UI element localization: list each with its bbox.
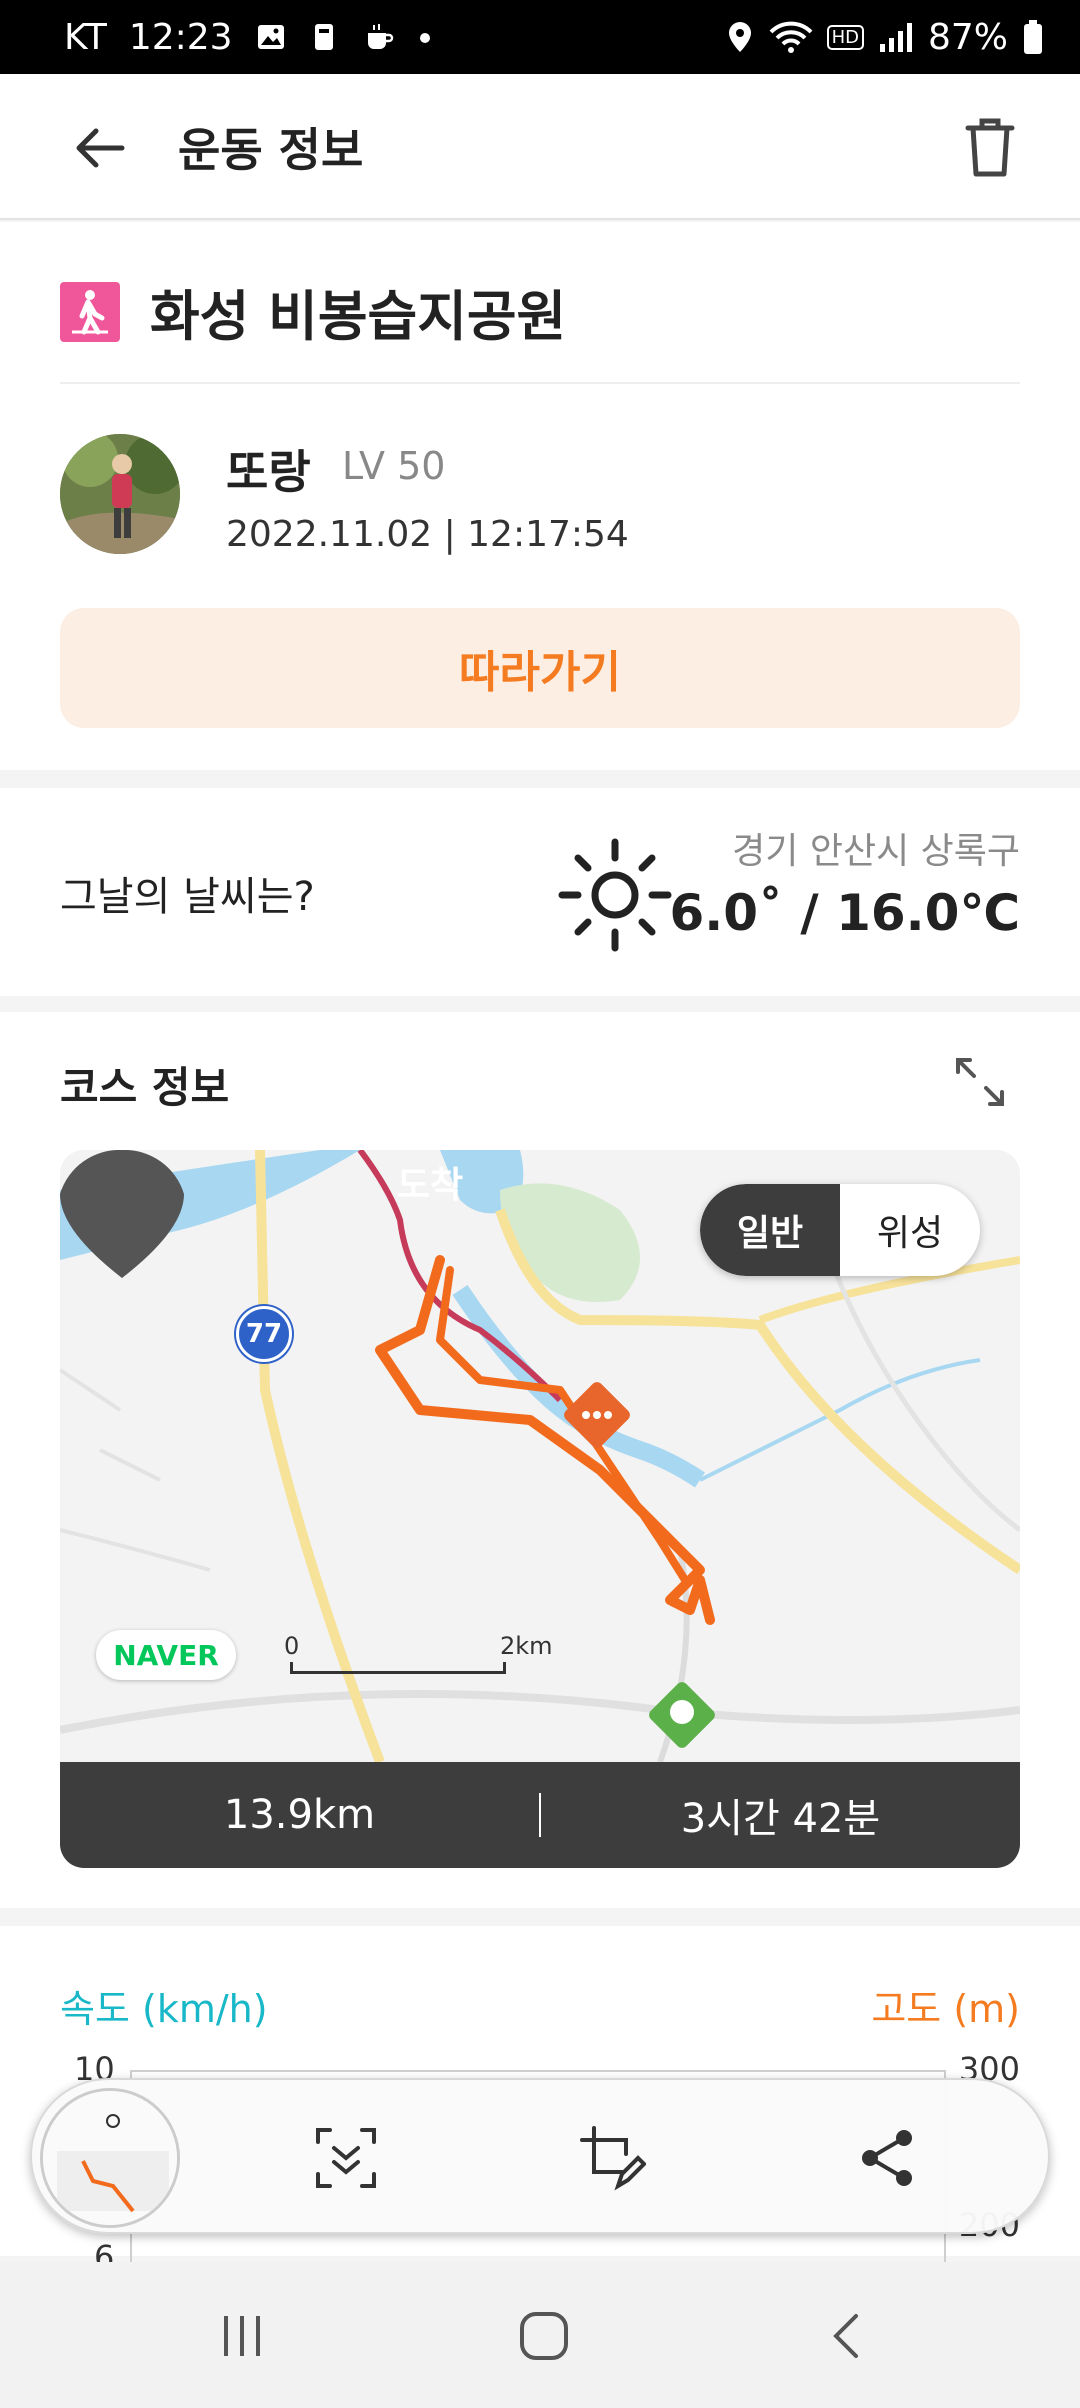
clock: 12:23 bbox=[128, 16, 233, 58]
carrier-label: KT bbox=[64, 16, 107, 58]
weather-card: 그날의 날씨는? 경기 안산시 상록구 6.0˚ / 16.0℃ bbox=[0, 788, 1080, 996]
scale-end: 2km bbox=[500, 1632, 553, 1660]
weather-location: 경기 안산시 상록구 bbox=[732, 831, 1020, 872]
avatar[interactable] bbox=[60, 434, 180, 554]
arrive-label: 도착 bbox=[396, 1165, 464, 1206]
course-map[interactable]: 도착 77 일반 위성 NAVER 0 2km bbox=[60, 1150, 1020, 1762]
map-mode-toggle: 일반 위성 bbox=[700, 1184, 980, 1276]
home-icon[interactable] bbox=[514, 2306, 574, 2366]
course-duration: 3시간 42분 bbox=[680, 1796, 881, 1842]
course-stats-bar: 13.9km 3시간 42분 bbox=[60, 1762, 1020, 1868]
course-distance: 13.9km bbox=[223, 1792, 376, 1838]
speed-axis-label: 속도 (km/h) bbox=[60, 1987, 268, 2031]
gallery-icon bbox=[257, 25, 284, 49]
follow-button[interactable]: 따라가기 bbox=[60, 608, 1020, 728]
back-arrow-icon[interactable] bbox=[70, 118, 130, 178]
signal-icon bbox=[879, 23, 912, 52]
walking-icon bbox=[60, 281, 120, 342]
page-title: 운동 정보 bbox=[178, 123, 364, 177]
recent-apps-icon[interactable] bbox=[212, 2306, 272, 2366]
weather-question: 그날의 날씨는? bbox=[60, 874, 315, 920]
location-icon bbox=[728, 22, 751, 52]
scroll-capture-icon[interactable] bbox=[312, 2124, 380, 2192]
nav-back-icon[interactable] bbox=[818, 2306, 878, 2366]
weather-temperature: 6.0˚ / 16.0℃ bbox=[669, 884, 1020, 942]
sim-icon bbox=[314, 24, 333, 50]
course-title: 코스 정보 bbox=[60, 1063, 230, 1112]
map-mode-normal[interactable]: 일반 bbox=[700, 1184, 840, 1276]
activity-card: 화성 비봉습지공원 또랑 LV 50 2022.11.02 | 12:17:54… bbox=[0, 222, 1080, 770]
scale-start: 0 bbox=[284, 1632, 300, 1660]
network-badge: HD bbox=[826, 24, 864, 50]
screenshot-toolbar bbox=[30, 2078, 1050, 2234]
battery-percent: 87% bbox=[927, 16, 1008, 58]
system-nav-bar bbox=[0, 2262, 1080, 2408]
screenshot-thumbnail[interactable] bbox=[40, 2088, 180, 2228]
chart-gridline bbox=[130, 2070, 944, 2072]
battery-icon bbox=[1024, 20, 1042, 54]
activity-datetime: 2022.11.02 | 12:17:54 bbox=[226, 514, 629, 555]
wifi-icon bbox=[769, 21, 813, 53]
place-name: 화성 비봉습지공원 bbox=[150, 285, 567, 348]
share-icon[interactable] bbox=[854, 2124, 922, 2192]
scale-bar bbox=[290, 1662, 506, 1674]
arrive-pin-icon[interactable] bbox=[60, 1150, 184, 1278]
dot-icon bbox=[419, 33, 430, 43]
naver-logo: NAVER bbox=[96, 1630, 236, 1680]
map-mode-satellite[interactable]: 위성 bbox=[840, 1184, 980, 1276]
coffee-icon bbox=[367, 24, 393, 49]
app-bar: 운동 정보 bbox=[0, 74, 1080, 220]
crop-edit-icon[interactable] bbox=[578, 2124, 646, 2192]
divider bbox=[60, 382, 1020, 384]
course-card: 코스 정보 도착 77 일반 위성 NAVER 0 2km 13.9km 3시간… bbox=[0, 1012, 1080, 1908]
trash-icon[interactable] bbox=[960, 114, 1020, 180]
user-level: LV 50 bbox=[342, 444, 446, 488]
sun-icon bbox=[558, 838, 672, 952]
altitude-axis-label: 고도 (m) bbox=[871, 1987, 1020, 2031]
place-row: 화성 비봉습지공원 bbox=[60, 272, 566, 351]
user-name: 또랑 bbox=[226, 445, 311, 499]
status-bar: KT 12:23 HD 87% bbox=[0, 0, 1080, 74]
expand-icon[interactable] bbox=[952, 1054, 1008, 1110]
route-number-badge: 77 bbox=[236, 1306, 292, 1362]
